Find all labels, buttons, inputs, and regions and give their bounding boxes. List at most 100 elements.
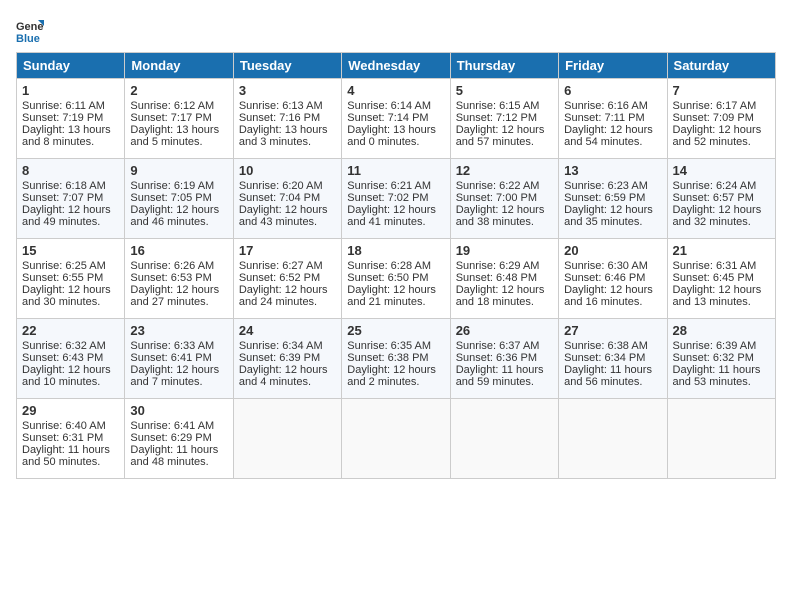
- day-number: 12: [456, 163, 553, 178]
- day-detail: and 10 minutes.: [22, 376, 119, 388]
- calendar-table: SundayMondayTuesdayWednesdayThursdayFrid…: [16, 52, 776, 479]
- weekday-header: Thursday: [450, 53, 558, 79]
- day-detail: Sunset: 7:17 PM: [130, 112, 227, 124]
- day-detail: Sunset: 6:34 PM: [564, 352, 661, 364]
- logo-icon: General Blue: [16, 16, 44, 44]
- day-detail: Sunrise: 6:18 AM: [22, 180, 119, 192]
- day-detail: Sunrise: 6:35 AM: [347, 340, 444, 352]
- weekday-header: Tuesday: [233, 53, 341, 79]
- day-detail: Sunrise: 6:13 AM: [239, 100, 336, 112]
- day-detail: Daylight: 13 hours: [22, 124, 119, 136]
- day-detail: and 32 minutes.: [673, 216, 770, 228]
- day-detail: Sunrise: 6:23 AM: [564, 180, 661, 192]
- day-detail: and 35 minutes.: [564, 216, 661, 228]
- day-detail: Sunset: 6:43 PM: [22, 352, 119, 364]
- day-detail: Sunrise: 6:40 AM: [22, 420, 119, 432]
- calendar-day-cell: [559, 399, 667, 479]
- calendar-day-cell: 8Sunrise: 6:18 AMSunset: 7:07 PMDaylight…: [17, 159, 125, 239]
- day-detail: and 8 minutes.: [22, 136, 119, 148]
- day-detail: Sunrise: 6:34 AM: [239, 340, 336, 352]
- calendar-day-cell: 27 Sunrise: 6:38 AMSunset: 6:34 PMDayligh…: [559, 319, 667, 399]
- day-detail: Daylight: 12 hours: [347, 364, 444, 376]
- day-detail: Daylight: 12 hours: [239, 204, 336, 216]
- day-detail: and 53 minutes.: [673, 376, 770, 388]
- day-detail: Daylight: 12 hours: [564, 124, 661, 136]
- day-detail: Sunset: 6:31 PM: [22, 432, 119, 444]
- day-number: 20: [564, 243, 661, 258]
- calendar-day-cell: 2Sunrise: 6:12 AMSunset: 7:17 PMDaylight…: [125, 79, 233, 159]
- day-detail: and 3 minutes.: [239, 136, 336, 148]
- calendar-day-cell: [667, 399, 775, 479]
- day-detail: Daylight: 12 hours: [239, 284, 336, 296]
- calendar-day-cell: 1Sunrise: 6:11 AMSunset: 7:19 PMDaylight…: [17, 79, 125, 159]
- day-detail: and 27 minutes.: [130, 296, 227, 308]
- day-detail: Sunrise: 6:32 AM: [22, 340, 119, 352]
- day-detail: Daylight: 11 hours: [130, 444, 227, 456]
- day-number: 19: [456, 243, 553, 258]
- day-detail: Sunset: 6:46 PM: [564, 272, 661, 284]
- day-detail: Sunset: 6:59 PM: [564, 192, 661, 204]
- day-detail: and 48 minutes.: [130, 456, 227, 468]
- day-detail: Sunrise: 6:41 AM: [130, 420, 227, 432]
- day-detail: and 46 minutes.: [130, 216, 227, 228]
- day-detail: Sunrise: 6:30 AM: [564, 260, 661, 272]
- day-number: 22: [22, 323, 119, 338]
- day-number: 6: [564, 83, 661, 98]
- logo: General Blue: [16, 16, 48, 44]
- svg-text:Blue: Blue: [16, 33, 40, 44]
- day-number: 8: [22, 163, 119, 178]
- weekday-header: Friday: [559, 53, 667, 79]
- calendar-week-row: 15Sunrise: 6:25 AMSunset: 6:55 PMDayligh…: [17, 239, 776, 319]
- weekday-header: Sunday: [17, 53, 125, 79]
- day-detail: and 56 minutes.: [564, 376, 661, 388]
- day-detail: Sunset: 7:05 PM: [130, 192, 227, 204]
- day-detail: Sunrise: 6:31 AM: [673, 260, 770, 272]
- day-number: 1: [22, 83, 119, 98]
- calendar-day-cell: 26Sunrise: 6:37 AMSunset: 6:36 PMDayligh…: [450, 319, 558, 399]
- calendar-day-cell: 9Sunrise: 6:19 AMSunset: 7:05 PMDaylight…: [125, 159, 233, 239]
- day-detail: and 43 minutes.: [239, 216, 336, 228]
- day-detail: and 30 minutes.: [22, 296, 119, 308]
- day-number: 27: [564, 323, 661, 338]
- day-detail: Sunset: 6:57 PM: [673, 192, 770, 204]
- day-detail: Daylight: 12 hours: [130, 364, 227, 376]
- day-number: 9: [130, 163, 227, 178]
- calendar-day-cell: 21Sunrise: 6:31 AMSunset: 6:45 PMDayligh…: [667, 239, 775, 319]
- calendar-body: 1Sunrise: 6:11 AMSunset: 7:19 PMDaylight…: [17, 79, 776, 479]
- day-detail: Sunset: 6:55 PM: [22, 272, 119, 284]
- day-detail: and 50 minutes.: [22, 456, 119, 468]
- svg-text:General: General: [16, 21, 44, 33]
- day-detail: Sunrise: 6:38 AM: [564, 340, 661, 352]
- calendar-day-cell: 3Sunrise: 6:13 AMSunset: 7:16 PMDaylight…: [233, 79, 341, 159]
- calendar-week-row: 8Sunrise: 6:18 AMSunset: 7:07 PMDaylight…: [17, 159, 776, 239]
- day-detail: Sunrise: 6:19 AM: [130, 180, 227, 192]
- calendar-day-cell: 4Sunrise: 6:14 AMSunset: 7:14 PMDaylight…: [342, 79, 450, 159]
- day-detail: Sunrise: 6:22 AM: [456, 180, 553, 192]
- day-detail: Daylight: 11 hours: [564, 364, 661, 376]
- day-detail: Sunrise: 6:24 AM: [673, 180, 770, 192]
- calendar-day-cell: 14Sunrise: 6:24 AMSunset: 6:57 PMDayligh…: [667, 159, 775, 239]
- calendar-day-cell: 25Sunrise: 6:35 AMSunset: 6:38 PMDayligh…: [342, 319, 450, 399]
- calendar-day-cell: 6Sunrise: 6:16 AMSunset: 7:11 PMDaylight…: [559, 79, 667, 159]
- day-detail: Sunset: 6:39 PM: [239, 352, 336, 364]
- day-detail: and 2 minutes.: [347, 376, 444, 388]
- day-detail: Daylight: 13 hours: [130, 124, 227, 136]
- calendar-day-cell: 15Sunrise: 6:25 AMSunset: 6:55 PMDayligh…: [17, 239, 125, 319]
- day-detail: Daylight: 12 hours: [347, 284, 444, 296]
- day-detail: Daylight: 11 hours: [456, 364, 553, 376]
- day-detail: and 7 minutes.: [130, 376, 227, 388]
- day-detail: Daylight: 12 hours: [22, 364, 119, 376]
- day-detail: Sunrise: 6:33 AM: [130, 340, 227, 352]
- calendar-week-row: 29Sunrise: 6:40 AMSunset: 6:31 PMDayligh…: [17, 399, 776, 479]
- day-detail: Sunset: 7:00 PM: [456, 192, 553, 204]
- day-detail: Sunset: 7:14 PM: [347, 112, 444, 124]
- day-detail: Sunrise: 6:39 AM: [673, 340, 770, 352]
- day-detail: Sunset: 7:16 PM: [239, 112, 336, 124]
- day-number: 4: [347, 83, 444, 98]
- day-detail: Sunrise: 6:25 AM: [22, 260, 119, 272]
- calendar-day-cell: [450, 399, 558, 479]
- day-number: 10: [239, 163, 336, 178]
- weekday-header: Monday: [125, 53, 233, 79]
- day-detail: Sunset: 7:02 PM: [347, 192, 444, 204]
- day-detail: Daylight: 13 hours: [239, 124, 336, 136]
